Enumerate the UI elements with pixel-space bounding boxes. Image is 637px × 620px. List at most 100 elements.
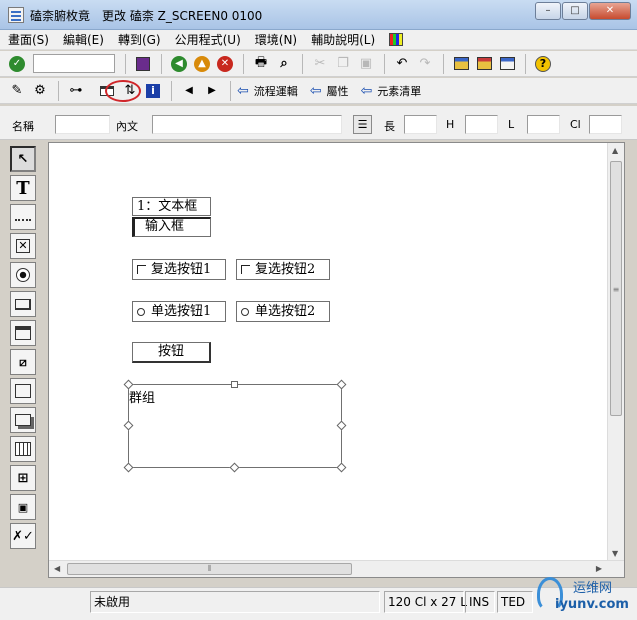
palette-input-field[interactable] [10,204,36,230]
menu-utilities[interactable]: 公用程式(U) [175,31,241,48]
close-button[interactable]: ✕ [589,2,631,20]
binoculars-icon: ⌕ [280,56,288,71]
scroll-left-icon[interactable]: ◀ [54,564,60,573]
palette-custom-control[interactable]: ▣ [10,494,36,520]
list-icon: ☰ [357,118,368,131]
hierarchy-icon: ⊶ [69,83,83,98]
palette-box[interactable] [10,378,36,404]
wizard-icon: ⧄ [19,354,27,369]
save-button[interactable] [132,54,154,74]
palette-tabstrip-wizard[interactable]: ⧄ [10,349,36,375]
push-button-icon [15,298,31,310]
height-field[interactable] [465,115,498,134]
attributes-button[interactable]: ⇦ 屬性 [310,83,349,99]
custom-control-icon: ▣ [17,500,29,514]
palette-tabstrip[interactable] [10,320,36,346]
canvas-push-button[interactable]: 按钮 [132,342,211,363]
triangle-left-icon: ◀ [185,85,193,96]
horizontal-scroll-thumb[interactable]: ⦀ [67,563,352,575]
cut-button[interactable]: ✂ [309,54,331,74]
layout-button-1[interactable] [450,54,472,74]
name-field[interactable] [55,115,110,134]
canvas-text-field[interactable]: 1：文本框 [132,197,211,216]
help-button[interactable]: ? [532,54,554,74]
name-label: 名稱 [12,120,34,133]
watermark-logo: 运维网 iyunv.com [533,571,633,617]
checkmark-icon: ✓ [9,55,25,72]
watermark-en: iyunv.com [555,597,629,612]
text-select-button[interactable]: ☰ [353,115,372,134]
line-field[interactable] [527,115,560,134]
scroll-up-icon[interactable]: ▲ [612,146,618,155]
palette-subscreen[interactable] [10,407,36,433]
vertical-scroll-thumb[interactable]: ≡ [610,161,622,416]
canvas-radio-1[interactable]: 单选按钮1 [132,301,226,322]
color-palette-icon[interactable] [389,33,404,46]
help-question-icon: ? [535,55,551,72]
canvas-checkbox-1[interactable]: 复选按钮1 [132,259,226,280]
element-palette: ↖ T ✕ ⧄ ⊞ ▣ ✗✓ [10,146,42,552]
exit-button[interactable]: ▲ [191,54,213,74]
cancel-button[interactable]: ✕ [214,54,236,74]
menu-environment[interactable]: 環境(N) [255,31,297,48]
activate-button[interactable]: ⚙ [29,81,51,101]
back-button[interactable]: ◀ [168,54,190,74]
canvas-checkbox-2[interactable]: 复选按钮2 [236,259,330,280]
flow-logic-button[interactable]: ⇦ 流程運輯 [237,83,298,99]
title-bar: 磕柰腑枚竟 更改 磕柰 Z_SCREEN0 0100 – □ ✕ [0,0,637,30]
menu-edit[interactable]: 編輯(E) [63,31,104,48]
app-icon[interactable] [8,7,24,23]
find-button[interactable]: ⌕ [273,54,295,74]
palette-push-button[interactable] [10,291,36,317]
table-grid-icon [15,442,31,456]
column-field[interactable] [589,115,622,134]
arrow-left-icon: ⇦ [309,82,322,99]
canvas-input-field[interactable]: 输入框 [132,217,211,237]
menu-screen[interactable]: 畫面(S) [8,31,49,48]
palette-text-field[interactable]: T [10,175,36,201]
palette-status-icon[interactable]: ✗✓ [10,523,36,549]
maximize-button[interactable]: □ [562,2,588,20]
undo-button[interactable]: ↶ [391,54,413,74]
floppy-disk-icon [136,56,150,71]
next-button[interactable]: ▶ [201,81,223,101]
triangle-right-icon: ▶ [208,85,216,96]
resize-handle[interactable] [231,381,238,388]
previous-button[interactable]: ◀ [178,81,200,101]
palette-radio-button[interactable] [10,262,36,288]
enter-button[interactable]: ✓ [6,54,28,74]
column-label: Cl [570,118,581,131]
text-field[interactable] [152,115,342,134]
layout-button-3[interactable] [496,54,518,74]
resize-handle[interactable] [336,462,347,473]
height-label: H [446,118,455,131]
vertical-scrollbar[interactable]: ▲ ≡ ▼ [607,143,624,561]
paste-button[interactable]: ▣ [355,54,377,74]
menu-goto[interactable]: 轉到(G) [118,31,161,48]
copy-button[interactable]: ❐ [332,54,354,74]
standard-toolbar: ✓ ◀ ▲ ✕ 🖶 ⌕ ✂ ❐ ▣ ↶ ↷ ? [0,51,637,77]
minimize-button[interactable]: – [535,2,561,20]
length-field[interactable] [404,115,437,134]
table-wizard-icon: ⊞ [17,470,29,486]
checkbox-box-icon [137,265,146,274]
palette-table-wizard[interactable]: ⊞ [10,465,36,491]
redo-button[interactable]: ↷ [414,54,436,74]
length-label: 長 [384,120,395,133]
menu-help[interactable]: 輔助說明(L) [311,31,375,48]
hierarchy-button[interactable]: ⊶ [65,81,87,101]
canvas-radio-2[interactable]: 单选按钮2 [236,301,330,322]
scroll-down-icon[interactable]: ▼ [612,549,618,558]
palette-checkbox[interactable]: ✕ [10,233,36,259]
change-display-button[interactable]: ✎ [6,81,28,101]
command-field[interactable] [33,54,115,73]
screen-layout-canvas[interactable]: 1：文本框 输入框 复选按钮1 复选按钮2 单选按钮1 单选按钮2 按钮 群组 … [48,142,625,578]
layout-button-2[interactable] [473,54,495,74]
print-button[interactable]: 🖶 [250,54,272,74]
status-ted: TED [497,591,533,613]
palette-select-pointer[interactable]: ↖ [10,146,36,172]
canvas-group-box[interactable]: 群组 [128,384,342,468]
element-list-button[interactable]: ⇦ 元素清單 [360,83,421,99]
palette-table-control[interactable] [10,436,36,462]
info-button[interactable]: i [142,81,164,101]
